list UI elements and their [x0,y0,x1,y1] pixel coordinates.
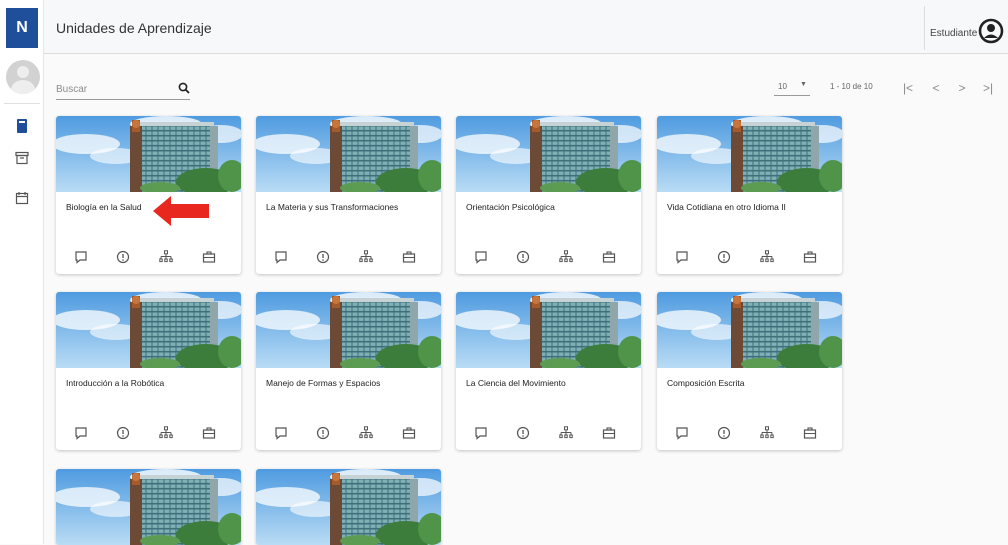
user-role: Estudiante [930,28,978,39]
prev-page-icon[interactable]: < [928,80,944,96]
briefcase-icon[interactable] [202,250,218,266]
hierarchy-icon[interactable] [760,426,776,442]
course-card[interactable]: Vida Cotidiana en otro Idioma II [657,116,842,274]
last-page-icon[interactable]: >| [980,80,996,96]
calendar-icon[interactable] [13,189,31,207]
hierarchy-icon[interactable] [159,426,175,442]
course-title: Composición Escrita [667,378,745,388]
avatar[interactable] [6,60,40,94]
course-image[interactable] [56,469,241,545]
course-card[interactable] [256,469,441,545]
page-size-value: 10 [778,82,787,91]
comment-icon[interactable] [474,250,490,266]
course-image[interactable] [657,292,842,368]
course-image[interactable] [256,469,441,545]
course-image[interactable] [256,116,441,192]
search-input[interactable] [56,80,168,98]
card-actions [456,250,641,270]
course-card[interactable]: La Materia y sus Transformaciones [256,116,441,274]
info-icon[interactable] [316,426,332,442]
course-title: La Materia y sus Transformaciones [266,202,399,212]
comment-icon[interactable] [274,426,290,442]
search-box [56,80,190,100]
info-icon[interactable] [116,426,132,442]
comment-icon[interactable] [675,250,691,266]
hierarchy-icon[interactable] [559,250,575,266]
briefcase-icon[interactable] [803,250,819,266]
account-icon[interactable] [978,18,1004,44]
course-title: Orientación Psicológica [466,202,555,212]
course-image[interactable] [256,292,441,368]
course-image[interactable] [56,292,241,368]
comment-icon[interactable] [274,250,290,266]
chevron-down-icon: ▼ [800,81,807,88]
course-card[interactable]: Composición Escrita [657,292,842,450]
book-icon[interactable] [13,117,31,135]
course-image[interactable] [657,116,842,192]
course-title: Vida Cotidiana en otro Idioma II [667,202,786,212]
comment-icon[interactable] [474,426,490,442]
briefcase-icon[interactable] [402,426,418,442]
page-title: Unidades de Aprendizaje [56,20,212,36]
comment-icon[interactable] [74,426,90,442]
briefcase-icon[interactable] [602,426,618,442]
briefcase-icon[interactable] [803,426,819,442]
course-image[interactable] [456,116,641,192]
card-actions [256,426,441,446]
comment-icon[interactable] [675,426,691,442]
top-bar: Unidades de Aprendizaje Estudiante [44,0,1008,54]
info-icon[interactable] [516,426,532,442]
info-icon[interactable] [717,426,733,442]
card-actions [256,250,441,270]
card-actions [56,426,241,446]
course-image[interactable] [56,116,241,192]
hierarchy-icon[interactable] [559,426,575,442]
comment-icon[interactable] [74,250,90,266]
card-actions [657,250,842,270]
course-card[interactable]: Orientación Psicológica [456,116,641,274]
hierarchy-icon[interactable] [359,426,375,442]
avatar-head [17,66,29,78]
course-title: La Ciencia del Movimiento [466,378,566,388]
course-card[interactable]: Manejo de Formas y Espacios [256,292,441,450]
course-card[interactable] [56,469,241,545]
card-actions [56,250,241,270]
next-page-icon[interactable]: > [954,80,970,96]
card-actions [456,426,641,446]
avatar-body [11,80,35,94]
info-icon[interactable] [316,250,332,266]
pagination-range: 1 - 10 de 10 [830,82,873,91]
course-image[interactable] [456,292,641,368]
course-card[interactable]: La Ciencia del Movimiento [456,292,641,450]
page-size-select[interactable]: 10 ▼ [774,80,810,96]
course-title: Biología en la Salud [66,202,142,212]
course-card[interactable]: Introducción a la Robótica [56,292,241,450]
search-icon[interactable] [178,81,192,95]
red-arrow-annotation [153,196,209,226]
info-icon[interactable] [116,250,132,266]
course-title: Manejo de Formas y Espacios [266,378,381,388]
briefcase-icon[interactable] [602,250,618,266]
app-logo[interactable]: N [6,8,38,48]
hierarchy-icon[interactable] [159,250,175,266]
card-actions [657,426,842,446]
sidebar-divider [4,103,40,104]
briefcase-icon[interactable] [402,250,418,266]
first-page-icon[interactable]: |< [900,80,916,96]
header-divider [924,6,925,50]
archive-icon[interactable] [13,149,31,167]
sidebar: N [0,0,44,544]
briefcase-icon[interactable] [202,426,218,442]
info-icon[interactable] [516,250,532,266]
info-icon[interactable] [717,250,733,266]
hierarchy-icon[interactable] [760,250,776,266]
course-card[interactable]: Biología en la Salud [56,116,241,274]
course-title: Introducción a la Robótica [66,378,165,388]
hierarchy-icon[interactable] [359,250,375,266]
